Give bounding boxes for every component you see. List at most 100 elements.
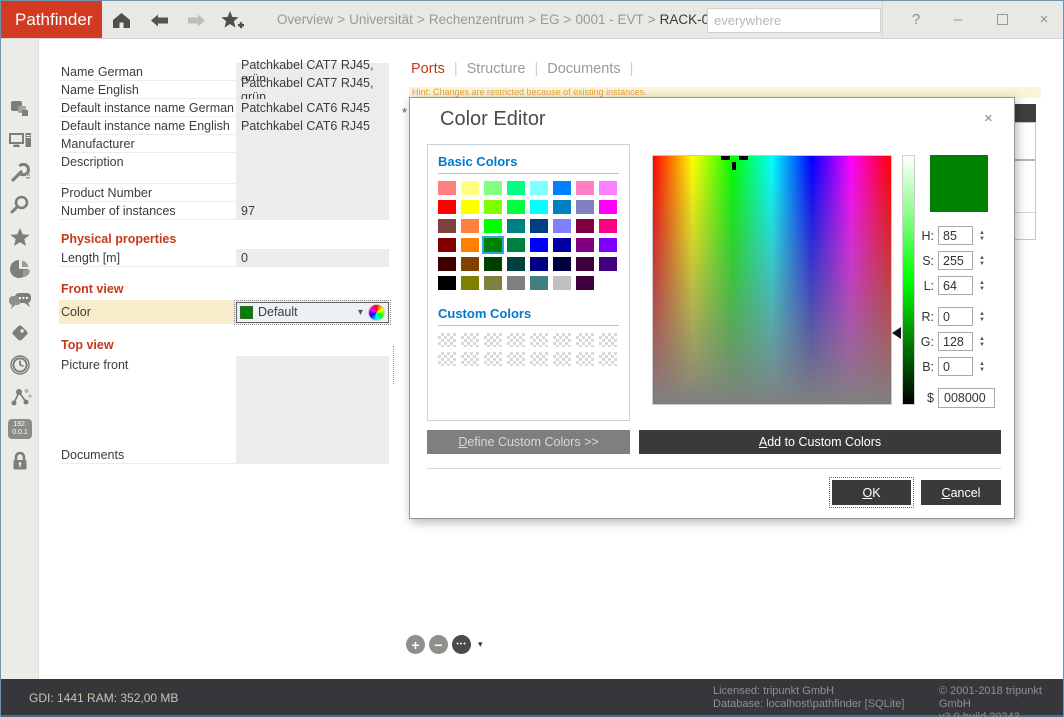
- channel-input[interactable]: 85: [938, 226, 973, 245]
- basic-color-swatch[interactable]: [484, 276, 502, 290]
- breadcrumb-item[interactable]: Universität: [349, 12, 413, 27]
- sidebar-item-tools[interactable]: [1, 160, 39, 186]
- basic-color-swatch[interactable]: [507, 219, 525, 233]
- basic-color-swatch[interactable]: [553, 200, 571, 214]
- tab-structure[interactable]: Structure: [467, 61, 526, 77]
- channel-input[interactable]: 64: [938, 276, 973, 295]
- breadcrumb-item[interactable]: Rechenzentrum: [429, 12, 524, 27]
- custom-color-slot[interactable]: [530, 352, 548, 366]
- form-row[interactable]: Product Number: [59, 184, 389, 202]
- custom-color-slot[interactable]: [484, 333, 502, 347]
- basic-color-swatch[interactable]: [461, 257, 479, 271]
- breadcrumb-item[interactable]: EG: [540, 12, 560, 27]
- basic-color-swatch[interactable]: [553, 257, 571, 271]
- app-logo[interactable]: Pathfinder: [1, 1, 102, 38]
- form-row[interactable]: Default instance name EnglishPatchkabel …: [59, 117, 389, 135]
- basic-color-swatch[interactable]: [507, 257, 525, 271]
- basic-color-swatch[interactable]: [507, 181, 525, 195]
- basic-color-swatch[interactable]: [438, 276, 456, 290]
- length-value[interactable]: 0: [236, 249, 389, 266]
- sidebar-item-devices[interactable]: [1, 128, 39, 154]
- field-value[interactable]: Patchkabel CAT6 RJ45: [236, 117, 389, 134]
- channel-input[interactable]: 128: [938, 332, 973, 351]
- field-value[interactable]: [236, 153, 389, 183]
- field-value[interactable]: Patchkabel CAT7 RJ45, grün: [236, 81, 389, 98]
- basic-color-swatch[interactable]: [576, 219, 594, 233]
- basic-color-swatch[interactable]: [438, 181, 456, 195]
- minimize-button[interactable]: –: [945, 1, 971, 38]
- custom-color-slot[interactable]: [484, 352, 502, 366]
- spinner-arrows-icon[interactable]: ▲▼: [979, 336, 985, 348]
- sidebar-item-search[interactable]: [1, 192, 39, 218]
- basic-color-swatch[interactable]: [530, 238, 548, 252]
- add-favorite-button[interactable]: [220, 9, 244, 31]
- color-wheel-icon[interactable]: [368, 304, 385, 321]
- channel-input[interactable]: 0: [938, 357, 973, 376]
- field-value[interactable]: [236, 184, 389, 201]
- basic-color-swatch[interactable]: [576, 276, 594, 290]
- documents-value[interactable]: [236, 446, 389, 463]
- basic-color-swatch[interactable]: [461, 219, 479, 233]
- field-value[interactable]: Patchkabel CAT6 RJ45: [236, 99, 389, 116]
- channel-input[interactable]: 0: [938, 307, 973, 326]
- custom-color-slot[interactable]: [507, 333, 525, 347]
- forward-button[interactable]: [184, 9, 208, 31]
- custom-color-slot[interactable]: [507, 352, 525, 366]
- form-row[interactable]: Manufacturer: [59, 135, 389, 153]
- custom-color-slot[interactable]: [599, 333, 617, 347]
- custom-color-slot[interactable]: [438, 352, 456, 366]
- basic-color-swatch[interactable]: [553, 238, 571, 252]
- add-button[interactable]: +: [406, 635, 425, 654]
- basic-color-swatch[interactable]: [530, 257, 548, 271]
- ok-button[interactable]: OK: [832, 480, 911, 505]
- breadcrumb-item[interactable]: Overview: [277, 12, 333, 27]
- basic-color-swatch[interactable]: [553, 219, 571, 233]
- maximize-button[interactable]: [989, 1, 1015, 38]
- basic-color-swatch[interactable]: [599, 200, 617, 214]
- hex-input[interactable]: 008000: [938, 388, 995, 408]
- spinner-arrows-icon[interactable]: ▲▼: [979, 311, 985, 323]
- basic-color-swatch[interactable]: [530, 200, 548, 214]
- spinner-arrows-icon[interactable]: ▲▼: [979, 280, 985, 292]
- basic-color-swatch[interactable]: [461, 181, 479, 195]
- home-button[interactable]: [109, 9, 133, 31]
- sidebar-item-ip-addresses[interactable]: 192. 0.0.1: [1, 416, 39, 442]
- remove-button[interactable]: −: [429, 635, 448, 654]
- basic-color-swatch[interactable]: [553, 276, 571, 290]
- custom-color-slot[interactable]: [576, 352, 594, 366]
- basic-color-swatch[interactable]: [530, 181, 548, 195]
- custom-color-slot[interactable]: [599, 352, 617, 366]
- basic-color-swatch[interactable]: [599, 238, 617, 252]
- basic-color-swatch[interactable]: [438, 200, 456, 214]
- custom-color-slot[interactable]: [461, 352, 479, 366]
- form-row[interactable]: Description: [59, 153, 389, 184]
- form-row[interactable]: Default instance name GermanPatchkabel C…: [59, 99, 389, 117]
- basic-color-swatch[interactable]: [576, 200, 594, 214]
- picture-front-row[interactable]: Picture front: [59, 356, 389, 446]
- field-value[interactable]: 97: [236, 202, 389, 219]
- field-value[interactable]: [236, 135, 389, 152]
- add-to-custom-colors-button[interactable]: Add to Custom Colors: [639, 430, 1001, 454]
- basic-color-swatch[interactable]: [599, 276, 617, 290]
- custom-color-slot[interactable]: [576, 333, 594, 347]
- length-row[interactable]: Length [m] 0: [59, 249, 389, 267]
- basic-color-swatch[interactable]: [438, 238, 456, 252]
- sidebar-item-history[interactable]: [1, 352, 39, 378]
- define-custom-colors-button[interactable]: Define Custom Colors >>: [427, 430, 630, 454]
- sidebar-item-topology[interactable]: [1, 384, 39, 410]
- picture-front-value[interactable]: [236, 356, 389, 446]
- basic-color-swatch[interactable]: [484, 219, 502, 233]
- tab-documents[interactable]: Documents: [547, 61, 620, 77]
- custom-color-slot[interactable]: [438, 333, 456, 347]
- help-button[interactable]: ?: [903, 1, 929, 38]
- basic-color-swatch[interactable]: [599, 257, 617, 271]
- basic-color-swatch[interactable]: [484, 238, 502, 252]
- custom-color-slot[interactable]: [553, 352, 571, 366]
- cancel-button[interactable]: Cancel: [921, 480, 1001, 505]
- panel-splitter[interactable]: [393, 346, 394, 384]
- close-window-button[interactable]: ×: [1031, 1, 1057, 38]
- basic-color-swatch[interactable]: [507, 200, 525, 214]
- search-input[interactable]: [708, 13, 896, 28]
- tab-ports[interactable]: Ports: [411, 61, 445, 77]
- basic-color-swatch[interactable]: [461, 276, 479, 290]
